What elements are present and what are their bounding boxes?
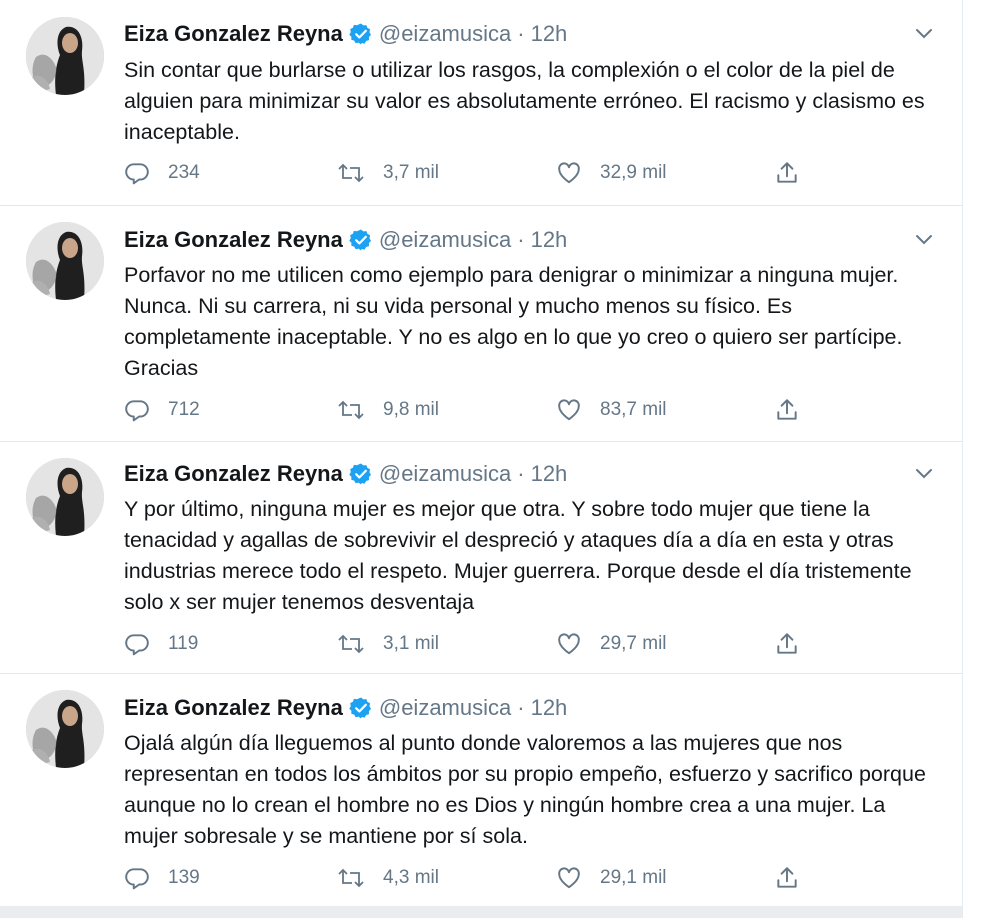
tweet-actions: 139 4,3 mil 29,1 mil	[124, 862, 824, 894]
tweet-time[interactable]: 12h	[531, 227, 568, 253]
retweet-button[interactable]: 3,7 mil	[337, 157, 439, 189]
reply-count: 119	[168, 633, 199, 654]
author-handle[interactable]: @eizamusica	[379, 21, 511, 47]
profile-photo	[26, 690, 104, 768]
avatar[interactable]	[26, 222, 104, 300]
share-icon	[777, 162, 797, 183]
reply-icon	[125, 868, 149, 890]
like-button[interactable]: 83,7 mil	[556, 394, 667, 426]
share-icon	[777, 399, 797, 420]
tweet-4[interactable]: Eiza Gonzalez Reyna @eizamusica · 12h Oj…	[0, 674, 962, 906]
reply-button[interactable]: 712	[124, 394, 200, 426]
chevron-down-icon[interactable]	[912, 22, 936, 46]
retweet-count: 3,7 mil	[383, 162, 439, 183]
like-button[interactable]: 29,7 mil	[556, 628, 667, 660]
tweet-time[interactable]: 12h	[531, 461, 568, 487]
profile-photo	[26, 17, 104, 95]
page-background	[963, 0, 1005, 918]
tweet-text: Sin contar que burlarse o utilizar los r…	[124, 58, 925, 144]
author-handle[interactable]: @eizamusica	[379, 461, 511, 487]
profile-photo	[26, 458, 104, 536]
retweet-icon	[338, 163, 364, 183]
like-button[interactable]: 32,9 mil	[556, 157, 667, 189]
author-name[interactable]: Eiza Gonzalez Reyna	[124, 21, 343, 47]
retweet-icon	[338, 400, 364, 420]
heart-icon	[558, 633, 580, 655]
heart-icon	[558, 399, 580, 421]
verified-badge-icon	[349, 696, 373, 720]
retweet-icon	[338, 634, 364, 654]
retweet-count: 3,1 mil	[383, 633, 439, 654]
retweet-button[interactable]: 3,1 mil	[337, 628, 439, 660]
like-count: 29,7 mil	[600, 633, 667, 654]
retweet-count: 9,8 mil	[383, 399, 439, 420]
tweet-3[interactable]: Eiza Gonzalez Reyna @eizamusica · 12h Y …	[0, 442, 962, 674]
tweet-header: Eiza Gonzalez Reyna @eizamusica · 12h	[124, 224, 567, 256]
share-button[interactable]	[774, 394, 818, 426]
like-count: 83,7 mil	[600, 399, 667, 420]
chevron-down-icon[interactable]	[912, 228, 936, 252]
share-button[interactable]	[774, 157, 818, 189]
share-icon	[777, 867, 797, 888]
tweet-time[interactable]: 12h	[531, 21, 568, 47]
share-button[interactable]	[774, 862, 818, 894]
author-name[interactable]: Eiza Gonzalez Reyna	[124, 227, 343, 253]
tweet-header: Eiza Gonzalez Reyna @eizamusica · 12h	[124, 458, 567, 490]
author-name[interactable]: Eiza Gonzalez Reyna	[124, 695, 343, 721]
heart-icon	[558, 162, 580, 184]
tweet-timeline: Eiza Gonzalez Reyna @eizamusica · 12h Si…	[0, 0, 963, 918]
tweet-text: Porfavor no me utilicen como ejemplo par…	[124, 263, 903, 380]
verified-badge-icon	[349, 462, 373, 486]
tweet-text: Ojalá algún día lleguemos al punto donde…	[124, 731, 926, 848]
tweet-2[interactable]: Eiza Gonzalez Reyna @eizamusica · 12h Po…	[0, 206, 962, 442]
verified-badge-icon	[349, 228, 373, 252]
separator-dot: ·	[517, 461, 525, 486]
reply-icon	[125, 163, 149, 185]
tweet-header: Eiza Gonzalez Reyna @eizamusica · 12h	[124, 18, 567, 50]
reply-count: 139	[168, 867, 200, 888]
separator-dot: ·	[517, 21, 525, 46]
tweet-time[interactable]: 12h	[531, 695, 568, 721]
author-handle[interactable]: @eizamusica	[379, 227, 511, 253]
like-count: 32,9 mil	[600, 162, 667, 183]
tweet-text: Y por último, ninguna mujer es mejor que…	[124, 497, 912, 614]
tweet-1[interactable]: Eiza Gonzalez Reyna @eizamusica · 12h Si…	[0, 0, 962, 206]
reply-count: 234	[168, 162, 200, 183]
reply-icon	[125, 400, 149, 422]
reply-button[interactable]: 234	[124, 157, 200, 189]
profile-photo	[26, 222, 104, 300]
tweet-actions: 234 3,7 mil 32,9 mil	[124, 157, 824, 189]
tweet-actions: 712 9,8 mil 83,7 mil	[124, 394, 824, 426]
avatar[interactable]	[26, 458, 104, 536]
reply-button[interactable]: 119	[124, 628, 198, 660]
like-button[interactable]: 29,1 mil	[556, 862, 667, 894]
like-count: 29,1 mil	[600, 867, 667, 888]
author-name[interactable]: Eiza Gonzalez Reyna	[124, 461, 343, 487]
verified-badge-icon	[349, 22, 373, 46]
reply-icon	[125, 634, 149, 656]
heart-icon	[558, 867, 580, 889]
retweet-button[interactable]: 9,8 mil	[337, 394, 439, 426]
retweet-count: 4,3 mil	[383, 867, 439, 888]
retweet-icon	[338, 868, 364, 888]
timeline-bottom-divider	[0, 906, 962, 918]
author-handle[interactable]: @eizamusica	[379, 695, 511, 721]
reply-button[interactable]: 139	[124, 862, 200, 894]
separator-dot: ·	[517, 695, 525, 720]
avatar[interactable]	[26, 690, 104, 768]
tweet-header: Eiza Gonzalez Reyna @eizamusica · 12h	[124, 692, 567, 724]
avatar[interactable]	[26, 17, 104, 95]
reply-count: 712	[168, 399, 200, 420]
retweet-button[interactable]: 4,3 mil	[337, 862, 439, 894]
chevron-down-icon[interactable]	[912, 462, 936, 486]
share-button[interactable]	[774, 628, 818, 660]
separator-dot: ·	[517, 227, 525, 252]
tweet-actions: 119 3,1 mil 29,7 mil	[124, 628, 824, 660]
share-icon	[777, 633, 797, 654]
